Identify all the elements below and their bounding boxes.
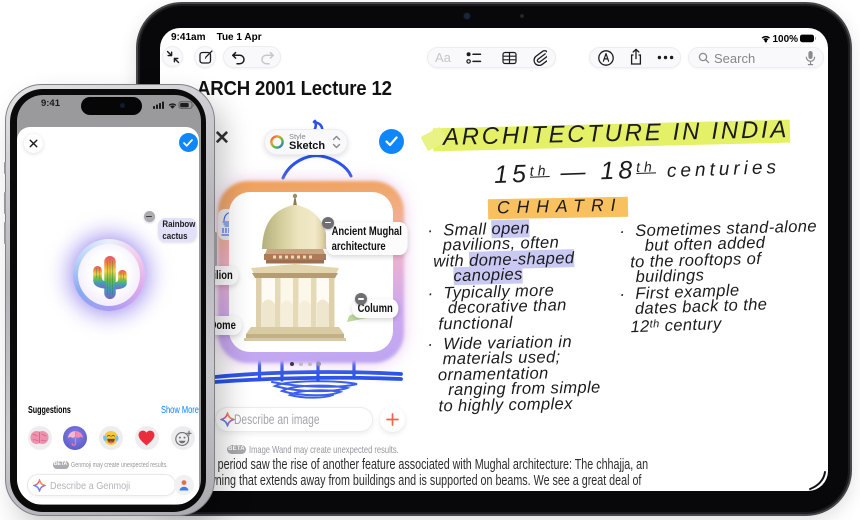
svg-text:100%: 100%	[773, 34, 799, 45]
